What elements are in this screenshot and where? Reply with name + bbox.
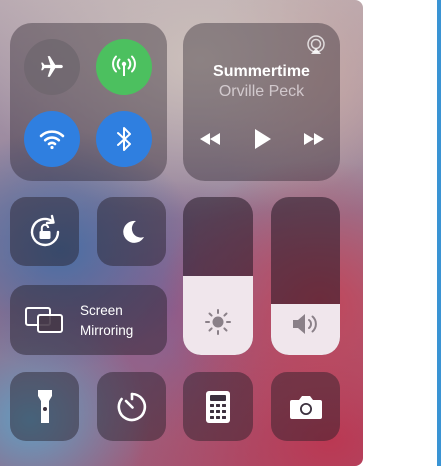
airplay-button[interactable] — [306, 35, 326, 60]
bluetooth-icon — [117, 127, 131, 151]
bluetooth-button[interactable] — [96, 111, 152, 167]
wifi-button[interactable] — [24, 111, 80, 167]
now-playing-module: Summertime Orville Peck — [183, 23, 340, 181]
brightness-icon-wrap — [183, 307, 253, 337]
fast-forward-button[interactable] — [302, 131, 326, 152]
song-title: Summertime — [213, 63, 310, 80]
timer-button[interactable] — [97, 372, 166, 441]
volume-icon-wrap — [271, 311, 340, 337]
flashlight-icon — [37, 389, 52, 423]
volume-slider[interactable] — [271, 197, 340, 355]
airplane-mode-button[interactable] — [24, 39, 80, 95]
connectivity-module — [10, 23, 167, 181]
calculator-icon — [206, 390, 230, 423]
brightness-slider[interactable] — [183, 197, 253, 355]
rewind-button[interactable] — [198, 131, 222, 152]
cellular-antenna-icon — [112, 55, 136, 76]
speaker-icon — [292, 314, 317, 334]
sun-icon — [205, 309, 231, 335]
camera-button[interactable] — [271, 372, 340, 441]
airplane-icon — [41, 56, 63, 77]
control-center: Summertime Orville Peck Screen Mirroring — [0, 0, 441, 466]
rotation-lock-button[interactable] — [10, 197, 79, 266]
artist-name: Orville Peck — [218, 83, 305, 100]
rotation-lock-icon — [30, 214, 59, 246]
window-edge — [437, 0, 441, 466]
play-icon — [254, 129, 271, 149]
playback-controls — [183, 127, 340, 156]
screen-mirroring-label-line2: Mirroring — [80, 323, 134, 338]
wifi-icon — [39, 130, 65, 150]
screen-mirroring-icon — [25, 307, 63, 333]
flashlight-button[interactable] — [10, 372, 79, 441]
screen-mirroring-label: Screen Mirroring — [80, 301, 133, 341]
do-not-disturb-button[interactable] — [97, 197, 166, 266]
rewind-icon — [199, 133, 220, 145]
play-button[interactable] — [252, 127, 272, 156]
moon-icon — [122, 220, 144, 243]
screen-mirroring-label-line1: Screen — [80, 303, 123, 318]
timer-icon — [117, 392, 146, 421]
airplay-icon — [307, 35, 325, 54]
screen-mirroring-button[interactable]: Screen Mirroring — [10, 285, 167, 355]
camera-icon — [289, 395, 322, 419]
cellular-data-button[interactable] — [96, 39, 152, 95]
calculator-button[interactable] — [183, 372, 253, 441]
fast-forward-icon — [303, 133, 324, 145]
